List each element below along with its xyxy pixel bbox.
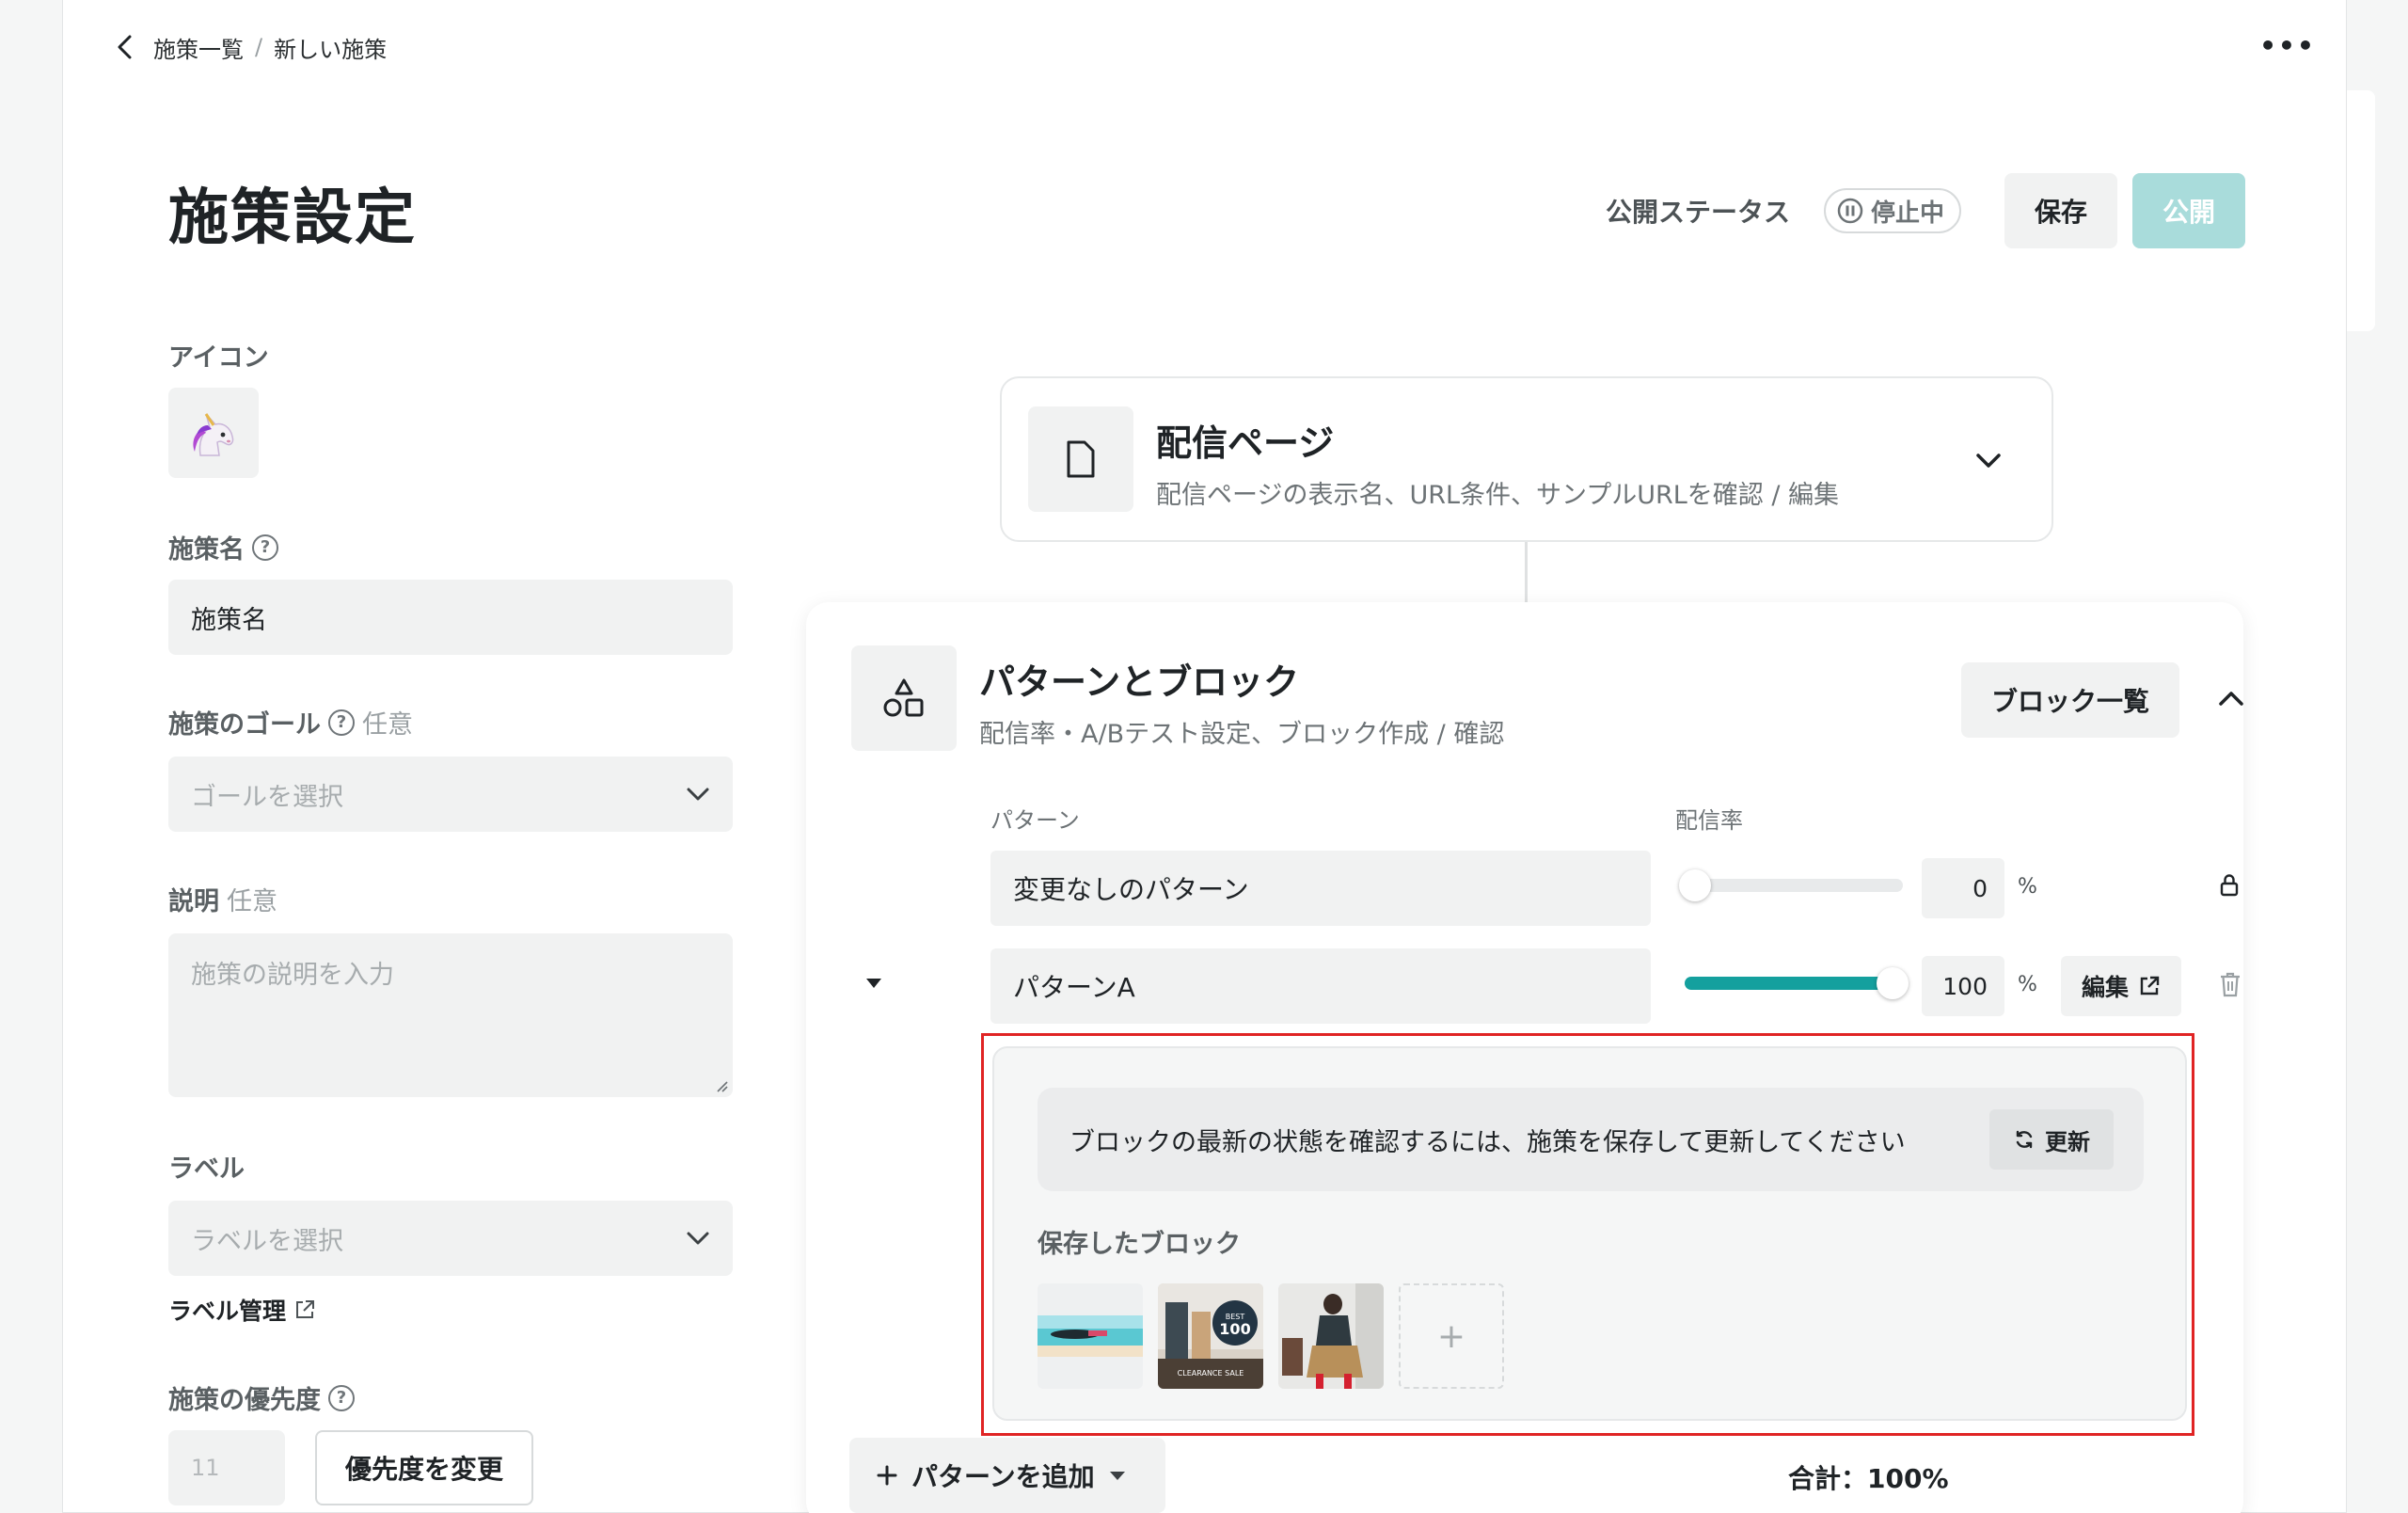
help-icon[interactable]: ? xyxy=(328,1384,355,1411)
page: 施策一覧 / 新しい施策 ••• 施策設定 公開ステータス 停止中 保存 公開 … xyxy=(62,0,2347,1513)
description-textarea[interactable]: 施策の説明を入力 xyxy=(168,933,733,1097)
icon-label-text: アイコン xyxy=(168,343,269,373)
optional-tag: 任意 xyxy=(362,710,413,740)
chevron-down-icon[interactable] xyxy=(1974,452,2003,470)
save-button[interactable]: 保存 xyxy=(2004,173,2117,248)
caret-down-icon[interactable] xyxy=(864,977,883,990)
name-label-text: 施策名 xyxy=(168,535,245,565)
help-icon[interactable]: ? xyxy=(328,709,355,736)
edit-pattern-button[interactable]: 編集 xyxy=(2061,956,2181,1016)
label-management-link[interactable]: ラベル管理 xyxy=(168,1293,316,1327)
change-priority-button[interactable]: 優先度を変更 xyxy=(315,1430,533,1505)
icon-picker[interactable] xyxy=(168,388,259,478)
rate-slider[interactable] xyxy=(1685,967,1909,999)
chevron-down-icon xyxy=(687,1232,709,1245)
name-label: 施策名 ? xyxy=(168,529,278,565)
rate-slider[interactable] xyxy=(1679,869,1903,901)
description-label-text: 説明 xyxy=(168,887,219,916)
slider-track xyxy=(1685,879,1903,892)
priority-label-text: 施策の優先度 xyxy=(168,1386,321,1415)
description-label: 説明 任意 xyxy=(168,881,277,917)
resize-handle-icon[interactable] xyxy=(714,1078,729,1093)
external-link-icon xyxy=(296,1300,315,1318)
rate-input[interactable]: 0 xyxy=(1922,858,2004,918)
total-rate: 合計：100% xyxy=(1788,1463,1949,1494)
connector-line xyxy=(1525,542,1528,602)
external-link-icon xyxy=(2140,976,2160,995)
slider-fill xyxy=(1685,977,1893,990)
goal-label: 施策のゴール ? 任意 xyxy=(168,704,413,741)
breadcrumb: 施策一覧 / 新しい施策 xyxy=(153,28,387,66)
publish-button[interactable]: 公開 xyxy=(2132,173,2245,248)
shapes-icon xyxy=(883,678,924,717)
patterns-card-title: パターンとブロック xyxy=(979,661,1300,703)
patterns-card: パターンとブロック 配信率・A/Bテスト設定、ブロック作成 / 確認 ブロック一… xyxy=(806,602,2243,1513)
page-title: 施策設定 xyxy=(168,183,417,253)
labels-label: ラベル xyxy=(168,1148,245,1185)
document-icon xyxy=(1067,440,1095,478)
breadcrumb-parent-link[interactable]: 施策一覧 xyxy=(153,31,244,64)
priority-label: 施策の優先度 ? xyxy=(168,1379,355,1416)
chevron-left-icon xyxy=(118,35,132,59)
add-pattern-label: パターンを追加 xyxy=(911,1461,1095,1492)
column-header-pattern: パターン xyxy=(990,807,1080,834)
slider-knob[interactable] xyxy=(1877,967,1909,999)
more-horizontal-icon: ••• xyxy=(2259,29,2316,61)
delivery-page-card[interactable]: 配信ページ 配信ページの表示名、URL条件、サンプルURLを確認 / 編集 xyxy=(1000,376,2053,542)
status-badge: 停止中 xyxy=(1824,188,1962,233)
description-placeholder: 施策の説明を入力 xyxy=(191,961,394,990)
rate-input[interactable]: 100 xyxy=(1922,956,2004,1016)
labels-select[interactable]: ラベルを選択 xyxy=(168,1201,733,1276)
pattern-name-field[interactable]: パターンA xyxy=(990,948,1651,1024)
pause-circle-icon xyxy=(1837,198,1863,224)
delivery-card-subtitle: 配信ページの表示名、URL条件、サンプルURLを確認 / 編集 xyxy=(1156,481,1840,510)
icon-label: アイコン xyxy=(168,337,269,374)
chevron-up-icon[interactable] xyxy=(2217,689,2245,708)
percent-unit: % xyxy=(2018,875,2037,899)
block-list-button[interactable]: ブロック一覧 xyxy=(1961,662,2179,738)
label-management-text: ラベル管理 xyxy=(168,1298,287,1325)
more-menu-button[interactable]: ••• xyxy=(2259,26,2316,64)
priority-value: 11 xyxy=(168,1430,285,1505)
pattern-name-field[interactable]: 変更なしのパターン xyxy=(990,851,1651,926)
percent-unit: % xyxy=(2018,973,2037,996)
highlight-box xyxy=(981,1033,2194,1436)
scrollbar-edge[interactable] xyxy=(2347,90,2375,331)
optional-tag: 任意 xyxy=(227,887,277,916)
slider-knob[interactable] xyxy=(1679,869,1711,901)
breadcrumb-current: 新しい施策 xyxy=(274,36,388,63)
breadcrumb-separator: / xyxy=(255,34,263,60)
goal-label-text: 施策のゴール xyxy=(168,710,321,740)
unicorn-icon xyxy=(193,413,234,456)
column-header-rate: 配信率 xyxy=(1675,807,1743,834)
trash-icon[interactable] xyxy=(2219,971,2242,997)
chevron-down-icon xyxy=(687,788,709,801)
labels-select-placeholder: ラベルを選択 xyxy=(191,1226,343,1256)
lock-icon[interactable] xyxy=(2219,873,2240,898)
patterns-card-subtitle: 配信率・A/Bテスト設定、ブロック作成 / 確認 xyxy=(979,720,1505,749)
delivery-card-icon-box xyxy=(1028,406,1133,512)
caret-down-icon xyxy=(1109,1472,1125,1480)
help-icon[interactable]: ? xyxy=(252,534,278,561)
plus-icon xyxy=(877,1465,897,1486)
edit-button-label: 編集 xyxy=(2081,974,2129,1001)
delivery-card-title: 配信ページ xyxy=(1156,422,1335,464)
patterns-card-icon-box xyxy=(851,645,957,751)
goal-select-placeholder: ゴールを選択 xyxy=(191,782,343,812)
goal-select[interactable]: ゴールを選択 xyxy=(168,756,733,832)
labels-label-text: ラベル xyxy=(168,1155,245,1184)
status-badge-text: 停止中 xyxy=(1871,199,1945,228)
publish-status-label: 公開ステータス xyxy=(1606,197,1791,228)
add-pattern-button[interactable]: パターンを追加 xyxy=(849,1438,1165,1513)
name-input[interactable]: 施策名 xyxy=(168,580,733,655)
back-button[interactable] xyxy=(104,26,146,68)
